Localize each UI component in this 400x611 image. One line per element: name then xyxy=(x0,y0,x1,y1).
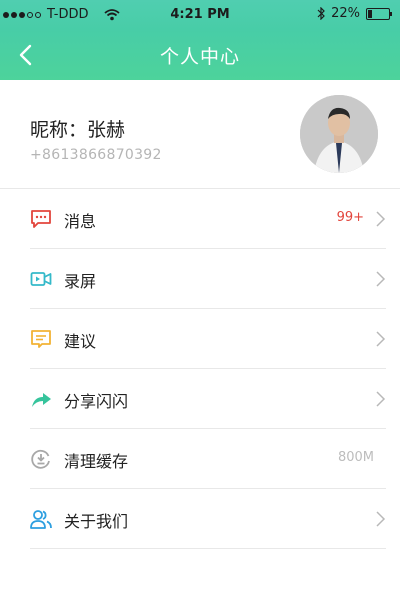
nickname: 昵称：张赫 xyxy=(30,119,126,141)
menu-item-label: 录屏 xyxy=(64,272,97,291)
menu-item-clear-cache[interactable]: 清理缓存 800M xyxy=(30,429,386,489)
menu-item-label: 分享闪闪 xyxy=(64,392,129,411)
clear-cache-icon xyxy=(31,449,50,469)
menu-item-suggestion[interactable]: 建议 xyxy=(30,309,386,369)
share-icon xyxy=(32,393,51,407)
page-title: 个人中心 xyxy=(159,46,240,68)
menu-item-label: 建议 xyxy=(64,332,97,351)
menu-item-share[interactable]: 分享闪闪 xyxy=(30,369,386,429)
chevron-right-icon xyxy=(376,271,386,287)
chevron-right-icon xyxy=(376,331,386,347)
person-photo-icon xyxy=(300,95,378,173)
menu-item-about-us[interactable]: 关于我们 xyxy=(30,489,386,549)
message-icon xyxy=(31,210,51,228)
profile-header[interactable]: 昵称：张赫 +8613866870392 xyxy=(0,80,400,189)
chevron-right-icon xyxy=(376,211,386,227)
status-bar: T-DDD 4:21 PM 22% xyxy=(0,0,400,30)
menu-item-label: 清理缓存 xyxy=(64,452,129,471)
menu-item-label: 消息 xyxy=(64,212,97,231)
avatar[interactable] xyxy=(300,95,378,173)
feedback-icon xyxy=(31,330,51,348)
battery-percent: 22% xyxy=(331,6,360,21)
menu-list: 消息 99+ 录屏 建议 分享闪闪 清理缓存 800M 关于我们 xyxy=(0,189,400,549)
navigation-bar: 个人中心 xyxy=(0,30,400,80)
cache-size: 800M xyxy=(337,450,374,465)
phone-number: +8613866870392 xyxy=(30,147,162,163)
chevron-right-icon xyxy=(376,511,386,527)
menu-item-label: 关于我们 xyxy=(64,512,129,531)
unread-count-badge: 99+ xyxy=(336,210,364,225)
video-icon xyxy=(30,272,52,286)
bluetooth-icon xyxy=(317,7,325,20)
menu-item-screen-record[interactable]: 录屏 xyxy=(30,249,386,309)
battery-icon xyxy=(366,7,392,20)
menu-item-messages[interactable]: 消息 99+ xyxy=(30,189,386,249)
about-us-icon xyxy=(30,510,52,529)
chevron-right-icon xyxy=(376,391,386,407)
